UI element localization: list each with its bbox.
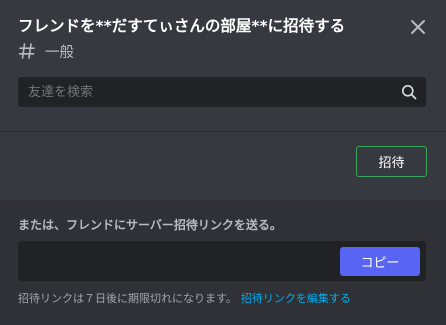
invite-expire-note: 招待リンクは７日後に期限切れになります。 招待リンクを編集する [18,290,351,306]
channel-info: 一般 [18,38,74,64]
expire-text: 招待リンクは７日後に期限切れになります。 [18,292,237,305]
copy-button[interactable]: コピー [340,247,420,276]
edit-invite-link[interactable]: 招待リンクを編集する [241,292,351,305]
close-icon[interactable] [406,15,430,39]
invite-modal: フレンドを**だすてぃさんの部屋**に招待する 一般 招待 または、フレンドにサ… [0,0,446,325]
friend-search [18,77,426,107]
modal-title: フレンドを**だすてぃさんの部屋**に招待する [18,17,346,35]
search-icon [402,85,417,100]
invite-button[interactable]: 招待 [356,146,427,177]
friend-search-input[interactable] [18,77,408,107]
invite-link-input[interactable] [18,241,348,281]
invite-link-label: または、フレンドにサーバー招待リンクを送る。 [18,218,282,232]
channel-name: 一般 [45,44,74,61]
hash-icon [18,43,35,59]
